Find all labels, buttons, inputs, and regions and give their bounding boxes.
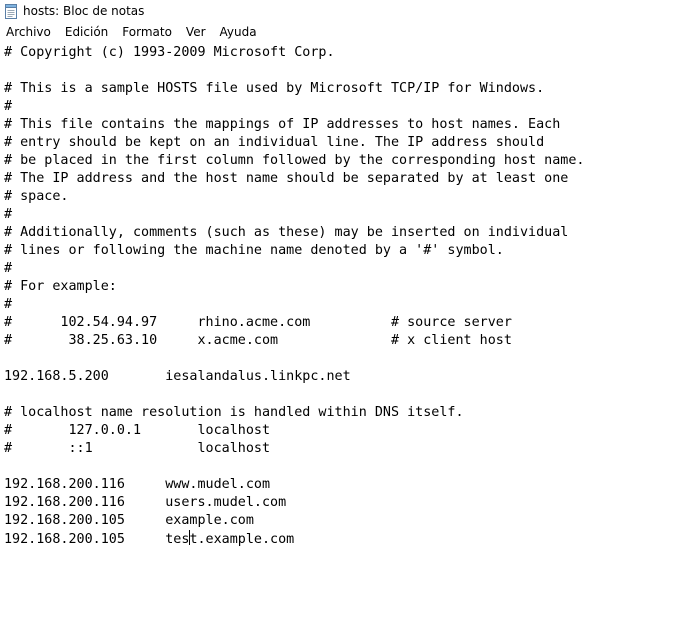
text-line: # lines or following the machine name de… [4, 243, 504, 258]
menu-ayuda[interactable]: Ayuda [213, 22, 264, 42]
text-line [4, 62, 691, 80]
menu-edicion[interactable]: Edición [58, 22, 115, 42]
text-line: 192.168.200.116 users.mudel.com [4, 495, 287, 510]
text-line: 192.168.200.105 example.com [4, 513, 254, 528]
text-line-before-caret: 192.168.200.105 tes [4, 532, 190, 547]
text-line: 192.168.5.200 iesalandalus.linkpc.net [4, 369, 351, 384]
text-line: # [4, 297, 13, 312]
text-line: # For example: [4, 279, 117, 294]
text-line: # be placed in the first column followed… [4, 153, 585, 168]
menu-bar: Archivo Edición Formato Ver Ayuda [0, 22, 691, 42]
text-line [4, 386, 691, 404]
text-line: # The IP address and the host name shoul… [4, 171, 569, 186]
text-line: # This file contains the mappings of IP … [4, 117, 561, 132]
text-line: # [4, 207, 13, 222]
text-line: # localhost name resolution is handled w… [4, 405, 464, 420]
text-line: # entry should be kept on an individual … [4, 135, 545, 150]
text-line: # ::1 localhost [4, 441, 271, 456]
menu-ver[interactable]: Ver [179, 22, 213, 42]
text-line: # Additionally, comments (such as these)… [4, 225, 569, 240]
text-line: # [4, 99, 13, 114]
document-text[interactable]: # Copyright (c) 1993-2009 Microsoft Corp… [0, 42, 691, 548]
text-editor[interactable]: # Copyright (c) 1993-2009 Microsoft Corp… [0, 42, 691, 639]
text-line: # space. [4, 189, 69, 204]
menu-archivo[interactable]: Archivo [0, 22, 58, 42]
text-line: # Copyright (c) 1993-2009 Microsoft Corp… [4, 45, 335, 60]
text-line: # 102.54.94.97 rhino.acme.com # source s… [4, 315, 512, 330]
window-title: hosts: Bloc de notas [23, 4, 145, 18]
notepad-icon [4, 3, 18, 19]
text-line: 192.168.200.105 test.example.com [4, 530, 691, 548]
text-line: 192.168.200.116 www.mudel.com [4, 477, 271, 492]
title-bar[interactable]: hosts: Bloc de notas [0, 0, 691, 22]
text-line: # 127.0.0.1 localhost [4, 423, 271, 438]
text-line: # [4, 261, 13, 276]
menu-formato[interactable]: Formato [115, 22, 179, 42]
text-line-after-caret: t.example.com [189, 532, 295, 547]
text-line [4, 458, 691, 476]
text-line: # 38.25.63.10 x.acme.com # x client host [4, 333, 512, 348]
text-line [4, 350, 691, 368]
text-line: # This is a sample HOSTS file used by Mi… [4, 81, 545, 96]
